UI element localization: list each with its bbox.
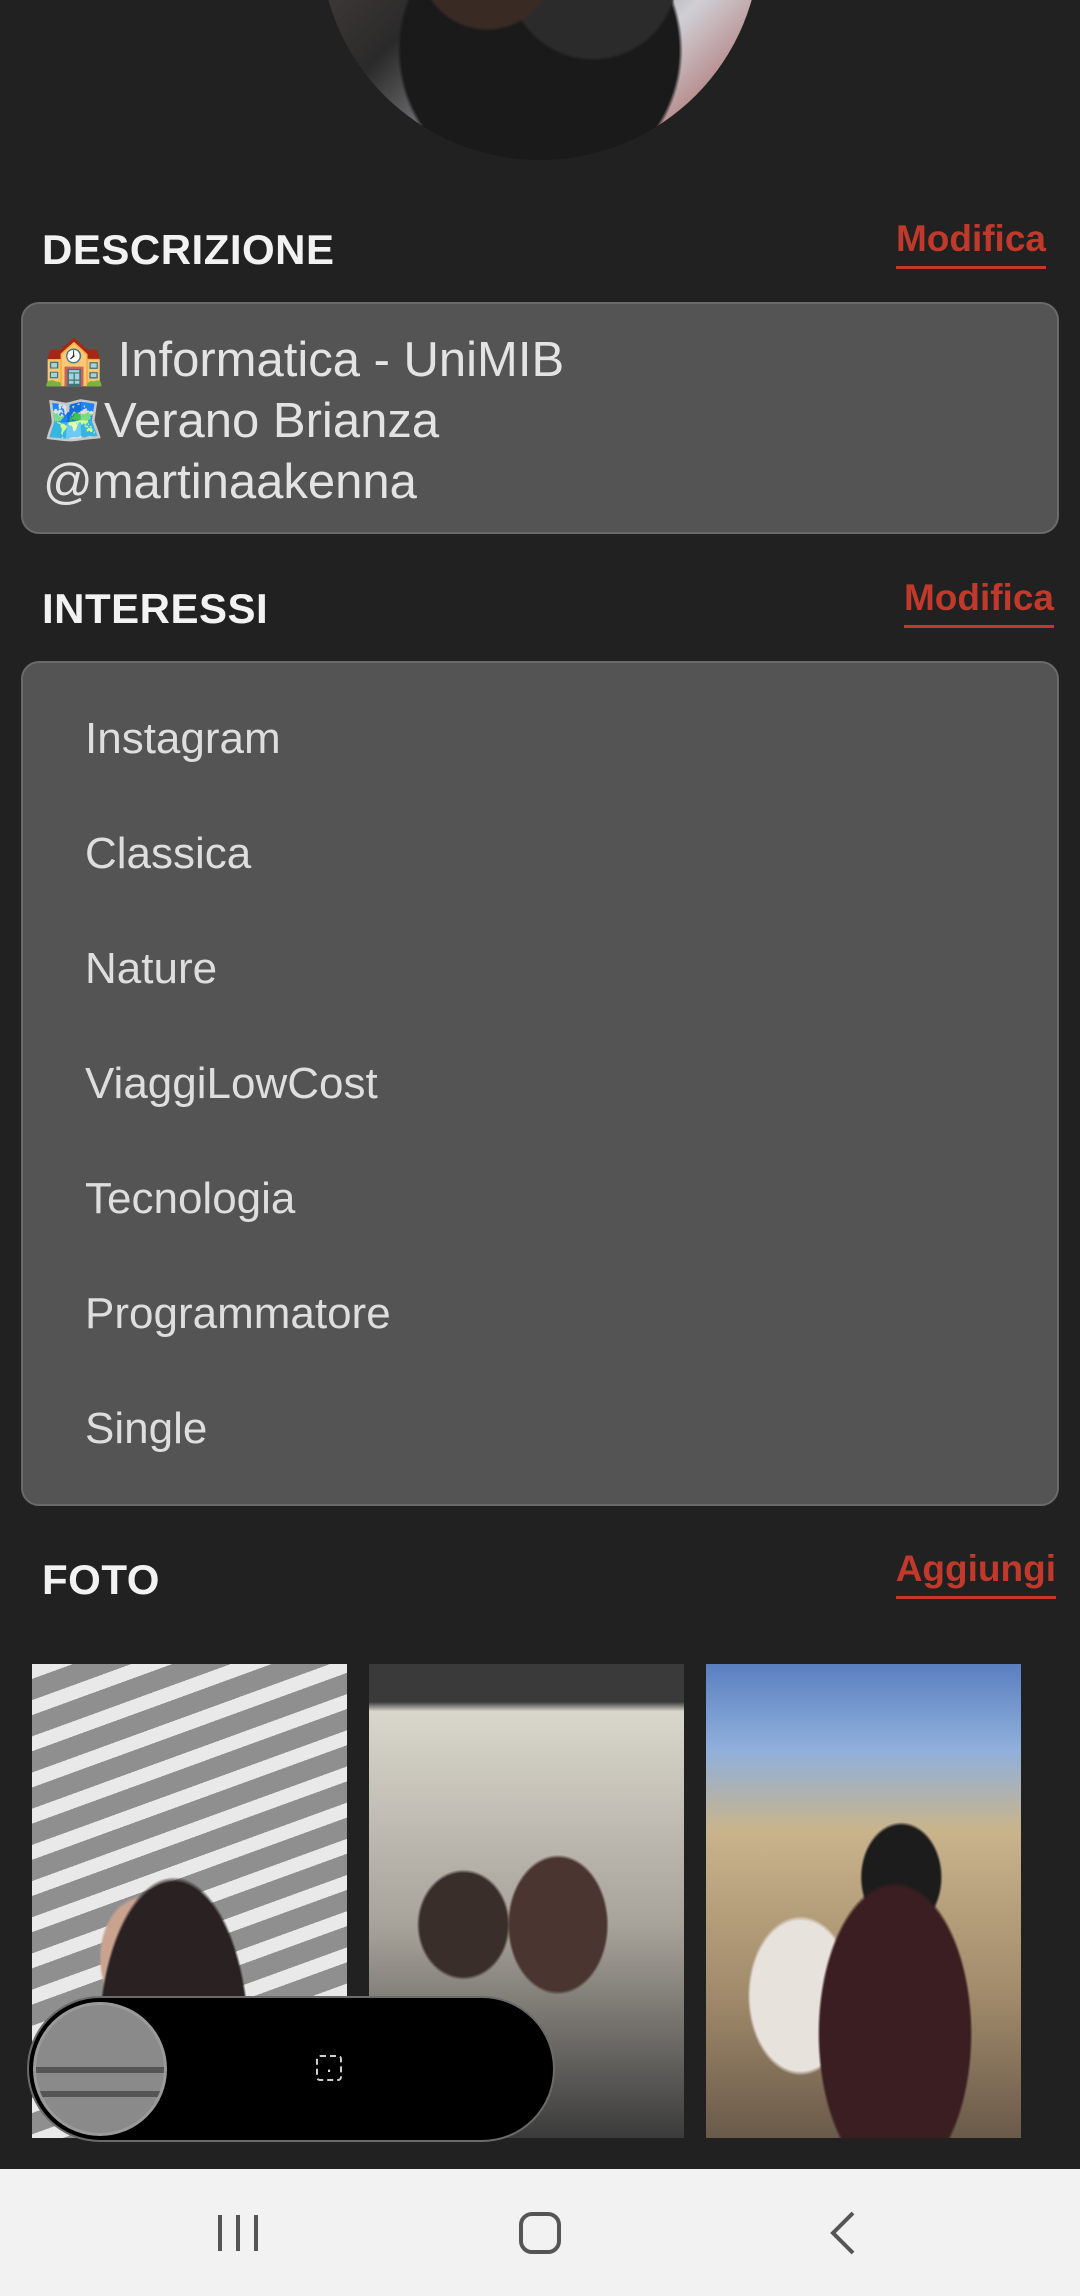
- screenshot-preview-thumbnail[interactable]: [33, 2002, 167, 2136]
- interest-item-viaggilowcost[interactable]: ViaggiLowCost: [23, 1026, 1057, 1141]
- interest-item-nature[interactable]: Nature: [23, 911, 1057, 1026]
- add-photo-link[interactable]: Aggiungi: [895, 1548, 1056, 1599]
- interests-card: Instagram Classica Nature ViaggiLowCost …: [21, 661, 1059, 1506]
- back-icon: [830, 2211, 855, 2254]
- description-card: 🏫 Informatica - UniMIB 🗺️Verano Brianza …: [21, 302, 1059, 534]
- photo-thumbnail[interactable]: [706, 1664, 1021, 2138]
- system-navigation-bar: [0, 2169, 1080, 2296]
- interest-item-classica[interactable]: Classica: [23, 796, 1057, 911]
- screenshot-preview-pill[interactable]: ·: [27, 1996, 555, 2142]
- home-icon: [519, 2211, 561, 2254]
- edit-description-link[interactable]: Modifica: [895, 218, 1046, 269]
- back-button[interactable]: [752, 2169, 932, 2296]
- interests-list: Instagram Classica Nature ViaggiLowCost …: [23, 663, 1057, 1486]
- profile-avatar[interactable]: [320, 0, 760, 160]
- interest-item-programmatore[interactable]: Programmatore: [23, 1256, 1057, 1371]
- recents-icon: [218, 2214, 258, 2251]
- home-button[interactable]: [450, 2169, 630, 2296]
- photos-title: FOTO: [42, 1556, 160, 1603]
- description-text: 🏫 Informatica - UniMIB 🗺️Verano Brianza …: [43, 333, 565, 509]
- scroll-capture-icon[interactable]: ·: [316, 2055, 342, 2082]
- interest-item-tecnologia[interactable]: Tecnologia: [23, 1141, 1057, 1256]
- interest-item-single[interactable]: Single: [23, 1371, 1057, 1486]
- recents-button[interactable]: [148, 2169, 328, 2296]
- interests-title: INTERESSI: [42, 585, 269, 632]
- interest-item-instagram[interactable]: Instagram: [23, 681, 1057, 796]
- edit-interests-link[interactable]: Modifica: [903, 577, 1054, 628]
- description-title: DESCRIZIONE: [42, 226, 335, 273]
